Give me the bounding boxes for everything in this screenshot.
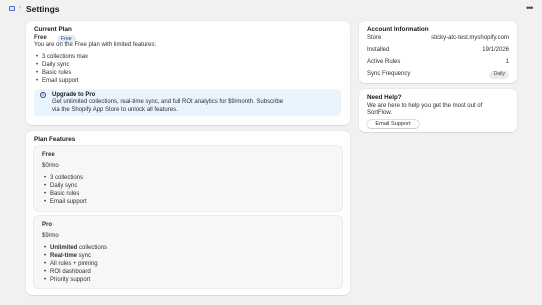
help-text-line1: We are here to help you get the most out… xyxy=(367,103,483,109)
sync-frequency-badge: Daily xyxy=(489,70,509,79)
card-title: Account Information xyxy=(367,26,429,33)
plan-feature-list: 3 collections Daily sync Basic rules Ema… xyxy=(43,174,87,206)
more-actions-icon[interactable]: ••• xyxy=(526,3,534,13)
pro-plan-box: Pro $9/mo Unlimited collections Real-tim… xyxy=(34,216,342,288)
list-item: 3 collections xyxy=(43,174,87,182)
help-card: Need Help? We are here to help you get t… xyxy=(359,89,517,132)
plan-feature-list: Unlimited collections Real-time sync All… xyxy=(43,244,107,284)
list-item: All rules + pinning xyxy=(43,260,107,268)
email-support-button[interactable]: Email Support xyxy=(367,120,419,128)
card-title: Plan Features xyxy=(34,136,76,143)
plan-name: Free xyxy=(34,35,47,41)
chevron-right-icon: › xyxy=(19,5,21,11)
page-title: Settings xyxy=(26,4,60,14)
active-rules-value: 1 xyxy=(505,59,509,65)
plan-description: You are on the Free plan with limited fe… xyxy=(34,42,157,48)
card-title: Need Help? xyxy=(367,94,402,101)
active-rules-label: Active Rules xyxy=(367,59,401,65)
plan-price: $0/mo xyxy=(42,163,59,169)
list-item: Priority support xyxy=(43,276,107,284)
plan-name: Free xyxy=(42,152,55,158)
banner-title: Upgrade to Pro xyxy=(52,91,96,98)
current-plan-features: 3 collections max Daily sync Basic rules… xyxy=(35,53,88,85)
card-title: Current Plan xyxy=(34,26,72,33)
list-item: 3 collections max xyxy=(35,53,88,61)
plan-price: $9/mo xyxy=(42,233,59,239)
list-item: Unlimited collections xyxy=(43,244,107,252)
store-value: sticky-atc-test.myshopify.com xyxy=(431,35,509,41)
top-bar: › Settings ••• xyxy=(0,0,542,18)
upgrade-banner: i Upgrade to Pro Get unlimited collectio… xyxy=(34,89,341,116)
list-item: Daily sync xyxy=(35,61,88,69)
list-item: Basic rules xyxy=(35,69,88,77)
banner-body: Get unlimited collections, real-time syn… xyxy=(52,99,284,113)
help-text-line2: SortFlow. xyxy=(367,110,393,116)
list-item: Real-time sync xyxy=(43,252,107,260)
list-item: Email support xyxy=(35,77,88,85)
store-label: Store xyxy=(367,35,382,41)
list-item: ROI dashboard xyxy=(43,268,107,276)
plan-name: Pro xyxy=(42,222,53,228)
list-item: Email support xyxy=(43,198,87,206)
installed-label: Installed xyxy=(367,47,390,53)
installed-value: 19/1/2026 xyxy=(482,47,509,53)
app-icon[interactable] xyxy=(9,6,15,11)
list-item: Basic rules xyxy=(43,190,87,198)
info-icon: i xyxy=(40,92,46,98)
account-info-card: Account Information Store sticky-atc-tes… xyxy=(359,21,517,83)
list-item: Daily sync xyxy=(43,182,87,190)
sync-frequency-label: Sync Frequency xyxy=(367,71,411,77)
plan-features-card: Plan Features Free $0/mo 3 collections D… xyxy=(26,131,350,295)
free-plan-box: Free $0/mo 3 collections Daily sync Basi… xyxy=(34,146,342,211)
